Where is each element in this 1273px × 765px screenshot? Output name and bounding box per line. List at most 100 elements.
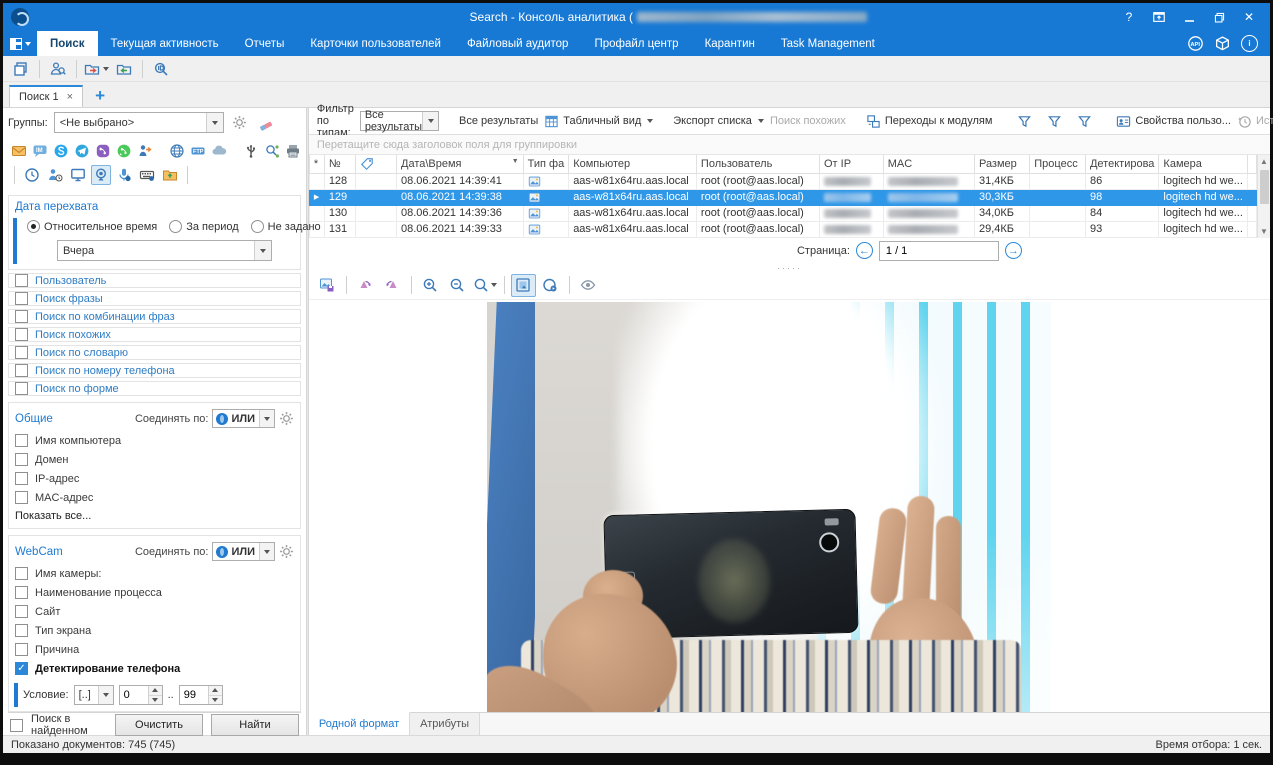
scroll-up-icon[interactable]: ▲ [1258, 155, 1270, 168]
find-button[interactable]: Найти [211, 714, 299, 736]
telegram-icon[interactable] [73, 141, 91, 161]
col-mac[interactable]: MAC [883, 155, 974, 173]
webcam-site[interactable]: Сайт [15, 605, 294, 618]
common-mac[interactable]: MAC-адрес [15, 491, 294, 504]
condition-from-stepper[interactable] [119, 685, 163, 705]
condition-operator-select[interactable]: [..] [74, 685, 114, 705]
chevron-down-icon[interactable] [259, 410, 274, 427]
menu-item-profile-center[interactable]: Профайл центр [581, 31, 691, 56]
go-to-modules-button[interactable]: Переходы к модулям [866, 114, 993, 129]
checkbox[interactable] [15, 434, 28, 447]
keyboard-icon[interactable] [137, 165, 157, 185]
table-row-selected[interactable]: ▶ 129 08.06.2021 14:39:38 aas-w81x64ru.a… [309, 189, 1256, 205]
checkbox[interactable] [15, 643, 28, 656]
condition-to-input[interactable] [180, 686, 208, 704]
app-menu-button[interactable] [3, 31, 37, 56]
im-icon[interactable] [31, 141, 49, 161]
gear-icon[interactable] [279, 411, 294, 426]
col-num[interactable]: № [324, 155, 356, 173]
checkbox[interactable] [15, 328, 28, 341]
chevron-down-icon[interactable] [206, 113, 223, 132]
radio-relative-time[interactable] [27, 220, 40, 233]
checkbox[interactable] [15, 310, 28, 323]
tab-native-format[interactable]: Родной формат [309, 712, 410, 735]
checkbox[interactable] [15, 274, 28, 287]
col-camera[interactable]: Камера [1159, 155, 1248, 173]
zoom-out-button[interactable] [445, 274, 470, 297]
spin-down-icon[interactable] [149, 696, 162, 705]
menu-item-reports[interactable]: Отчеты [232, 31, 298, 56]
microphone-icon[interactable] [114, 165, 134, 185]
clock-icon[interactable] [22, 165, 42, 185]
col-process[interactable]: Процесс [1030, 155, 1086, 173]
clear-groups-button[interactable] [256, 113, 276, 133]
gear-icon[interactable] [279, 544, 294, 559]
menu-item-quarantine[interactable]: Карантин [692, 31, 768, 56]
webcam-icon[interactable] [91, 165, 111, 185]
spin-down-icon[interactable] [209, 696, 222, 705]
checkbox[interactable] [15, 567, 28, 580]
chevron-down-icon[interactable] [98, 686, 113, 704]
view-button[interactable] [576, 274, 601, 297]
printer-icon[interactable] [284, 141, 302, 161]
condition-to-stepper[interactable] [179, 685, 223, 705]
checkbox[interactable] [15, 491, 28, 504]
radio-not-set[interactable] [251, 220, 264, 233]
export-list-button[interactable]: Экспорт списка [673, 115, 764, 127]
table-scrollbar[interactable]: ▲ ▼ [1257, 155, 1270, 238]
table-view-button[interactable]: Табличный вид [544, 114, 653, 129]
filter-dictionary[interactable]: Поиск по словарю [8, 345, 301, 360]
tab-attributes[interactable]: Атрибуты [410, 713, 480, 735]
http-icon[interactable] [168, 141, 186, 161]
menu-item-file-auditor[interactable]: Файловый аудитор [454, 31, 582, 56]
usb-icon[interactable] [242, 141, 260, 161]
email-icon[interactable] [10, 141, 28, 161]
table-row[interactable]: 128 08.06.2021 14:39:41 aas-w81x64ru.aas… [309, 173, 1256, 189]
clear-button[interactable]: Очистить [115, 714, 203, 736]
scroll-down-icon[interactable]: ▼ [1258, 225, 1270, 238]
all-results-button[interactable]: Все результаты [459, 115, 538, 127]
prev-page-button[interactable]: ← [856, 242, 873, 259]
menu-item-task-management[interactable]: Task Management [768, 31, 888, 56]
search-in-found-checkbox[interactable] [10, 719, 23, 732]
filter-add-button[interactable] [1072, 110, 1096, 132]
checkbox-checked[interactable]: ✓ [15, 662, 28, 675]
page-input[interactable] [879, 241, 999, 261]
col-user[interactable]: Пользователь [696, 155, 819, 173]
fit-to-window-button[interactable] [511, 274, 536, 297]
filter-clear-button[interactable] [1042, 110, 1066, 132]
whatsapp-icon[interactable] [115, 141, 133, 161]
minimize-button[interactable] [1176, 7, 1202, 27]
zoom-level-button[interactable] [472, 274, 498, 297]
checkbox[interactable] [15, 586, 28, 599]
table-row[interactable]: 131 08.06.2021 14:39:33 aas-w81x64ru.aas… [309, 221, 1256, 237]
export-query-button[interactable] [83, 58, 110, 80]
col-tag[interactable] [356, 155, 397, 173]
webcam-phone-detection[interactable]: ✓Детектирование телефона [15, 662, 294, 675]
checkbox[interactable] [15, 624, 28, 637]
checkbox[interactable] [15, 382, 28, 395]
filter-type-select[interactable]: Все результаты [360, 111, 439, 131]
marker-column-header[interactable]: * [309, 155, 324, 173]
chevron-down-icon[interactable] [422, 112, 438, 130]
col-detected[interactable]: Детектирова [1085, 155, 1158, 173]
webcam-join-select[interactable]: ИЛИ [212, 542, 275, 561]
network-search-icon[interactable] [263, 141, 281, 161]
col-from-ip[interactable]: От IP [820, 155, 884, 173]
checkbox[interactable] [15, 292, 28, 305]
user-properties-button[interactable]: Свойства пользо... [1116, 114, 1231, 129]
checkbox[interactable] [15, 346, 28, 359]
chevron-down-icon[interactable] [254, 241, 271, 260]
restore-button[interactable] [1206, 7, 1232, 27]
pin-window-button[interactable] [1146, 7, 1172, 27]
spin-up-icon[interactable] [149, 686, 162, 696]
help-button[interactable]: ? [1116, 7, 1142, 27]
table-row[interactable]: 130 08.06.2021 14:39:36 aas-w81x64ru.aas… [309, 205, 1256, 221]
zoom-in-button[interactable] [418, 274, 443, 297]
checkbox[interactable] [15, 364, 28, 377]
spin-up-icon[interactable] [209, 686, 222, 696]
webcam-screen-type[interactable]: Тип экрана [15, 624, 294, 637]
new-window-button[interactable] [9, 58, 33, 80]
groups-select[interactable]: <Не выбрано> [54, 112, 224, 133]
rotate-left-button[interactable] [353, 274, 378, 297]
